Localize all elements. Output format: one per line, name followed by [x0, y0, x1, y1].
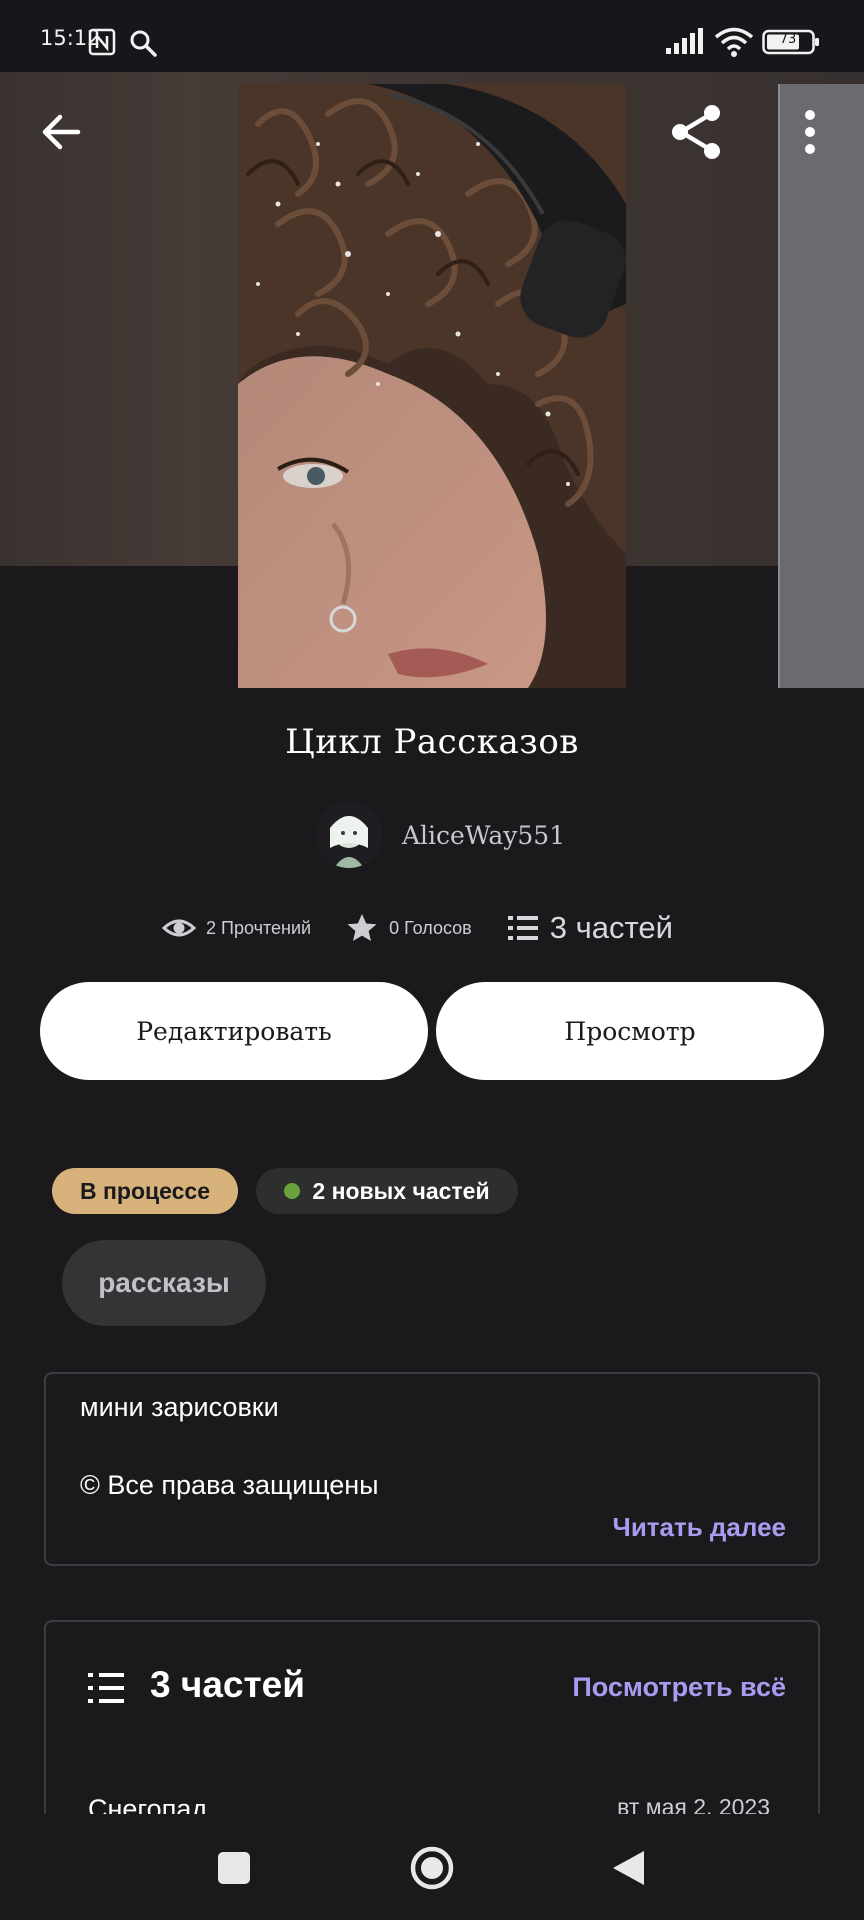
- new-indicator-dot: [284, 1183, 301, 1199]
- author-link[interactable]: AliceWay551: [316, 802, 565, 868]
- story-title: Цикл Рассказов: [285, 722, 579, 762]
- parts-stat: 3 частей: [506, 910, 673, 946]
- reads-stat: 2 Прочтений: [162, 911, 311, 945]
- copyright-text: © Все права защищены: [80, 1470, 379, 1500]
- avatar: [316, 802, 382, 868]
- reads-count: 2 Прочтений: [206, 917, 312, 938]
- recent-apps-icon[interactable]: [218, 1852, 250, 1884]
- eye-icon: [162, 919, 196, 937]
- edit-button[interactable]: Редактировать: [40, 982, 428, 1080]
- list-icon: [88, 1673, 124, 1703]
- preview-button[interactable]: Просмотр: [436, 982, 824, 1080]
- wifi-icon: [714, 27, 754, 57]
- search-status-icon: [130, 30, 157, 57]
- cover-illustration: [238, 84, 626, 688]
- star-icon: [347, 914, 377, 941]
- description-text: мини зарисовки: [80, 1392, 279, 1422]
- new-parts-badge: 2 новых частей: [256, 1168, 518, 1214]
- read-more-link[interactable]: Читать далее: [613, 1512, 786, 1543]
- story-details-screen: 15:12 73 Цикл Рассказов AliceWay551 2 Пр…: [0, 0, 864, 1920]
- nav-back-icon[interactable]: [610, 1848, 646, 1888]
- parts-title: 3 частей: [150, 1664, 305, 1705]
- tag-chip[interactable]: рассказы: [62, 1240, 266, 1326]
- signal-icon: [666, 28, 703, 54]
- votes-stat: 0 Голосов: [345, 911, 472, 945]
- more-vertical-icon[interactable]: [790, 104, 830, 160]
- share-icon[interactable]: [664, 100, 728, 164]
- story-stats: 2 Прочтений 0 Голосов 3 частей: [162, 906, 707, 950]
- description-card: мини зарисовки © Все права защищены Чита…: [44, 1372, 820, 1566]
- next-cover-edge: [778, 84, 780, 688]
- story-cover-image: [238, 84, 626, 688]
- votes-count: 0 Голосов: [389, 917, 472, 938]
- view-all-link[interactable]: Посмотреть всё: [572, 1672, 786, 1703]
- next-cover-thumbnail[interactable]: [778, 84, 864, 688]
- new-parts-label: 2 новых частей: [312, 1177, 490, 1204]
- home-icon[interactable]: [408, 1844, 456, 1892]
- list-icon: [507, 916, 538, 940]
- back-arrow-icon[interactable]: [34, 104, 90, 160]
- nfc-icon: [88, 28, 116, 56]
- battery-level: 73: [779, 32, 797, 47]
- status-badge: В процессе: [52, 1168, 238, 1214]
- author-name: AliceWay551: [402, 820, 566, 850]
- parts-count: 3 частей: [549, 910, 673, 945]
- status-bar: 15:12 73: [0, 0, 864, 72]
